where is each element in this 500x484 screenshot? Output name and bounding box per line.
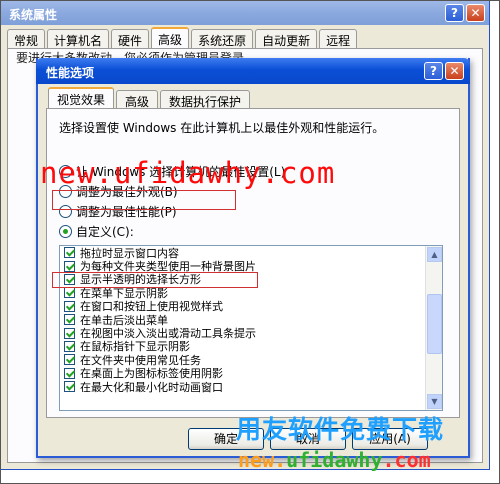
dialog-help-icon[interactable]: ?: [424, 62, 443, 80]
watermark-chinese-text: 用友软件免费下载: [236, 415, 445, 444]
performance-options-titlebar: 性能选项 ? ✕: [36, 58, 470, 84]
visual-effects-list[interactable]: 拖拉时显示窗口内容 为每种文件夹类型使用一种背景图片 显示半透明的选择长方形 在…: [59, 245, 443, 411]
watermark-url-part: .com: [382, 448, 431, 472]
tab-data-execution-prevention[interactable]: 数据执行保护: [160, 90, 251, 109]
checkbox[interactable]: [64, 340, 75, 352]
dialog-close-icon[interactable]: ✕: [445, 62, 464, 80]
system-properties-titlebar: 系统属性 ? ✕: [1, 1, 489, 25]
visual-effects-items: 拖拉时显示窗口内容 为每种文件夹类型使用一种背景图片 显示半透明的选择长方形 在…: [60, 246, 425, 394]
scroll-down-icon[interactable]: ▼: [427, 394, 442, 409]
performance-options-dialog: 性能选项 ? ✕ 视觉效果 高级 数据执行保护 选择设置使 Windows 在此…: [36, 58, 470, 458]
tab-computer-name[interactable]: 计算机名: [47, 29, 110, 48]
tab-advanced-perf[interactable]: 高级: [116, 90, 159, 109]
watermark-url-part: ufidawhy: [286, 448, 383, 472]
tab-general[interactable]: 常规: [7, 29, 46, 48]
option-custom[interactable]: 自定义(C):: [59, 223, 134, 239]
highlight-box-fade-menus: [52, 272, 258, 288]
checkbox[interactable]: [64, 367, 75, 379]
watermark-url-top: new.ufidawhy.com: [40, 156, 336, 190]
option-label: 自定义(C):: [76, 224, 134, 239]
help-icon[interactable]: ?: [445, 4, 464, 22]
close-icon[interactable]: ✕: [466, 4, 485, 22]
system-properties-tabs: 常规 计算机名 硬件 高级 系统还原 自动更新 远程: [7, 27, 483, 48]
dialog-title: 性能选项: [46, 66, 95, 80]
tab-automatic-updates[interactable]: 自动更新: [255, 29, 318, 48]
checkbox[interactable]: [64, 260, 75, 272]
checkbox[interactable]: [64, 327, 75, 339]
checkbox[interactable]: [64, 314, 75, 326]
scroll-thumb[interactable]: [427, 294, 442, 354]
effect-label: 在最大化和最小化时动画窗口: [80, 380, 223, 394]
watermark-url-bottom: new.ufidawhy.com: [238, 448, 431, 472]
highlight-box-custom: [52, 190, 236, 210]
list-item[interactable]: 在最大化和最小化时动画窗口: [60, 380, 425, 394]
checkbox[interactable]: [64, 354, 75, 366]
tab-advanced[interactable]: 高级: [151, 27, 190, 48]
tab-remote[interactable]: 远程: [319, 29, 358, 48]
watermark-url-part: new.: [238, 448, 287, 472]
dialog-tabs: 视觉效果 高级 数据执行保护: [48, 87, 251, 109]
list-scrollbar[interactable]: ▲ ▼: [425, 246, 442, 410]
tab-visual-effects[interactable]: 视觉效果: [48, 87, 115, 108]
tab-hardware[interactable]: 硬件: [111, 29, 150, 48]
tab-system-restore[interactable]: 系统还原: [191, 29, 254, 48]
checkbox[interactable]: [64, 287, 75, 299]
visual-effects-description: 选择设置使 Windows 在此计算机上以最佳外观和性能运行。: [59, 121, 385, 135]
checkbox[interactable]: [64, 300, 75, 312]
checkbox[interactable]: [64, 247, 75, 259]
radio-custom[interactable]: [59, 224, 72, 238]
checkbox[interactable]: [64, 381, 75, 393]
visual-effects-panel: 选择设置使 Windows 在此计算机上以最佳外观和性能运行。 让 Window…: [46, 108, 460, 418]
system-properties-title: 系统属性: [9, 8, 58, 22]
scroll-up-icon[interactable]: ▲: [427, 247, 442, 262]
